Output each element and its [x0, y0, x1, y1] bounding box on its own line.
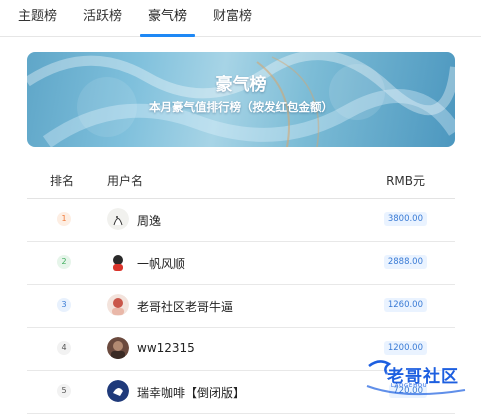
username[interactable]: 周逸 [137, 212, 161, 229]
banner-title: 豪气榜 [215, 75, 267, 95]
tab-wealth[interactable]: 财富榜 [213, 0, 252, 36]
avatar[interactable] [107, 337, 129, 359]
table-row: 2 一帆风顺 2888.00 [27, 242, 455, 285]
username[interactable]: ww12315 [137, 341, 195, 355]
avatar[interactable] [107, 380, 129, 402]
avatar[interactable] [107, 251, 129, 273]
rank-badge: 1 [57, 212, 71, 226]
amount-badge: 1200.00 [383, 341, 427, 355]
ranking-tabs: 主题榜 活跃榜 豪气榜 财富榜 [0, 0, 481, 37]
username[interactable]: 一帆风顺 [137, 255, 185, 272]
watermark-subtext: LAOGEHOU [391, 383, 428, 389]
username[interactable]: 瑞幸咖啡【倒闭版】 [137, 384, 245, 401]
username[interactable]: 老哥社区老哥牛逼 [137, 298, 233, 315]
site-watermark: 老哥社区 LAOGEHOU [365, 356, 477, 400]
tab-active[interactable]: 活跃榜 [83, 0, 122, 36]
table-row: 3 老哥社区老哥牛逼 1260.00 [27, 285, 455, 328]
header-user: 用户名 [107, 174, 144, 188]
table-header: 排名 用户名 RMB元 [27, 162, 455, 199]
table-row: 1 周逸 3800.00 [27, 199, 455, 242]
amount-badge: 3800.00 [383, 212, 427, 226]
amount-badge: 2888.00 [383, 255, 427, 269]
header-rank: 排名 [50, 174, 75, 188]
avatar[interactable] [107, 294, 129, 316]
banner-subtitle: 本月豪气值排行榜（按发红包金额） [149, 100, 333, 114]
banner: 豪气榜 本月豪气值排行榜（按发红包金额） [27, 52, 455, 147]
rank-badge: 2 [57, 255, 71, 269]
rank-badge: 5 [57, 384, 71, 398]
header-amount: RMB元 [386, 174, 425, 188]
amount-badge: 1260.00 [383, 298, 427, 312]
avatar[interactable] [107, 208, 129, 230]
rank-badge: 4 [57, 341, 71, 355]
tab-topic[interactable]: 主题榜 [18, 0, 57, 36]
tab-generosity[interactable]: 豪气榜 [140, 0, 196, 37]
rank-badge: 3 [57, 298, 71, 312]
